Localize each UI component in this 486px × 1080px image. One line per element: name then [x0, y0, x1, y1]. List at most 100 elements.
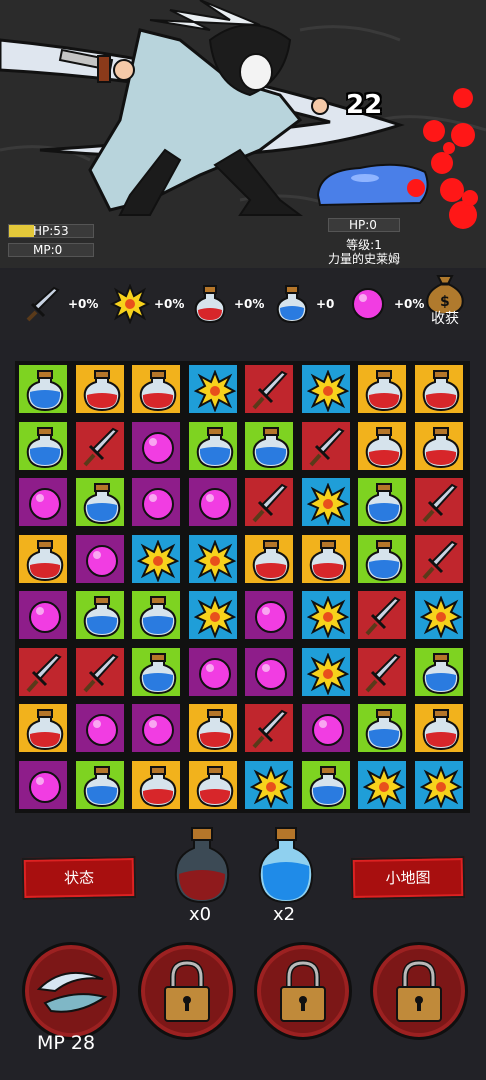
board-tile[interactable] [17, 758, 69, 811]
board-tile[interactable] [17, 476, 69, 528]
board-tile[interactable] [186, 419, 239, 472]
board-tile[interactable] [243, 532, 295, 585]
board-tile[interactable] [412, 702, 465, 754]
board-tile[interactable] [17, 419, 69, 472]
sword-icon [365, 653, 401, 692]
buff-red-potion-value: +0% [234, 297, 265, 311]
pink-orb-icon [29, 601, 61, 633]
board-tile[interactable] [73, 702, 126, 754]
board-tile[interactable] [130, 419, 182, 472]
skill-slot-3[interactable] [254, 942, 352, 1040]
board-tile[interactable] [299, 702, 352, 754]
board-tile[interactable] [243, 363, 295, 415]
explosion-icon [419, 596, 462, 638]
board-tile[interactable] [243, 476, 295, 528]
board-tile[interactable] [130, 758, 182, 811]
board-tile[interactable] [356, 702, 408, 754]
skill-slot-2[interactable] [138, 942, 236, 1040]
board-tile[interactable] [17, 645, 69, 698]
board-tile[interactable] [186, 589, 239, 641]
status-button[interactable]: 状态 [21, 856, 137, 900]
sword-icon [309, 427, 345, 466]
explosion-icon [137, 539, 179, 582]
board-tile[interactable] [356, 758, 408, 811]
wind-slash-icon [36, 972, 108, 1013]
board-tile[interactable] [299, 476, 352, 528]
skill-slot-1[interactable] [22, 942, 120, 1040]
red-potion-icon [252, 539, 290, 581]
explosion-icon [306, 652, 349, 695]
board-tile[interactable] [186, 645, 239, 698]
board-tile[interactable] [186, 758, 239, 811]
minimap-button[interactable]: 小地图 [350, 856, 466, 900]
board-tile[interactable] [186, 702, 239, 754]
pink-orb-icon [29, 488, 61, 520]
board-tile[interactable] [17, 532, 69, 585]
board-tile[interactable] [299, 645, 352, 698]
sword-icon [365, 596, 401, 636]
board-tile[interactable] [73, 589, 126, 641]
red-potion-icon [83, 370, 120, 412]
board-tile[interactable] [356, 476, 408, 528]
board-tile[interactable] [73, 476, 126, 528]
blue-potion-icon [365, 709, 403, 751]
board-tile[interactable] [412, 476, 465, 528]
board-tile[interactable] [356, 589, 408, 641]
red-potion-icon [139, 370, 177, 412]
board-tile[interactable] [356, 363, 408, 415]
red-potion-flask[interactable] [170, 826, 234, 906]
board-tile[interactable] [412, 363, 465, 415]
board-tile[interactable] [17, 702, 69, 754]
board-tile[interactable] [17, 589, 69, 641]
board-tile[interactable] [356, 645, 408, 698]
player-hp-fill [9, 225, 35, 237]
board-tile[interactable] [130, 589, 182, 641]
skill-slot-4[interactable] [370, 942, 468, 1040]
board-tile[interactable] [73, 363, 126, 415]
buff-sword-value: +0% [68, 297, 99, 311]
board-tile[interactable] [130, 476, 182, 528]
harvest-button[interactable]: $ 收获 [422, 274, 468, 332]
board-tile[interactable] [299, 419, 352, 472]
board-tile[interactable] [17, 363, 69, 415]
board-tile[interactable] [73, 758, 126, 811]
board-tile[interactable] [186, 532, 239, 585]
board-tile[interactable] [130, 645, 182, 698]
blue-potion-icon [83, 483, 120, 525]
board-tile[interactable] [412, 532, 465, 585]
board-tile[interactable] [412, 419, 465, 472]
board-tile[interactable] [299, 589, 352, 641]
board-tile[interactable] [130, 363, 182, 415]
board-tile[interactable] [130, 702, 182, 754]
lock-icon [396, 959, 442, 1022]
board-tile[interactable] [299, 363, 352, 415]
enemy-name: 力量的史莱姆 [327, 252, 400, 266]
explosion-icon [306, 483, 349, 525]
board-tile[interactable] [356, 532, 408, 585]
board-tile[interactable] [73, 532, 126, 585]
board-tile[interactable] [243, 589, 295, 641]
board-tile[interactable] [243, 645, 295, 698]
board-tile[interactable] [73, 419, 126, 472]
board-tile[interactable] [243, 419, 295, 472]
player-mp-label: MP:0 [33, 243, 63, 257]
board-tile[interactable] [243, 702, 295, 754]
board-tile[interactable] [186, 476, 239, 528]
board-tile[interactable] [186, 363, 239, 415]
board-tile[interactable] [299, 532, 352, 585]
blue-potion-flask[interactable] [254, 826, 318, 906]
sword-icon [26, 286, 60, 322]
blue-potion-icon [252, 426, 290, 468]
pink-orb-icon [142, 488, 174, 520]
board-tile[interactable] [356, 419, 408, 472]
blue-potion-icon [365, 539, 403, 581]
board-tile[interactable] [412, 758, 465, 811]
board-tile[interactable] [73, 645, 126, 698]
board-tile[interactable] [243, 758, 295, 811]
player-hp-bar: HP:53 [8, 224, 94, 238]
board-tile[interactable] [412, 645, 465, 698]
board-tile[interactable] [299, 758, 352, 811]
blue-potion-icon [309, 765, 346, 807]
board-tile[interactable] [412, 589, 465, 641]
board-tile[interactable] [130, 532, 182, 585]
